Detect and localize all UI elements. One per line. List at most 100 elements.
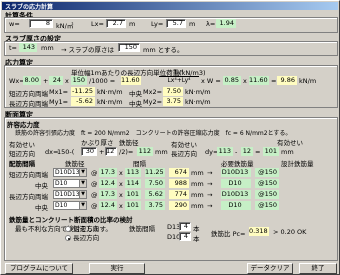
bar-dia-select[interactable]: D10 ▼ [53, 179, 87, 188]
cover-input[interactable]: 30 [81, 147, 97, 156]
mx1-unit: kN·m/m [97, 88, 123, 96]
ratio-value: 0.318 [249, 227, 269, 236]
load-unit-weight: 24 [49, 76, 63, 85]
t-unit: mm [41, 44, 54, 52]
bar-pitch: @150 [255, 168, 279, 177]
my1-label: My1= [49, 98, 69, 106]
at-sign: @ [91, 180, 98, 188]
bar-unit: mm [191, 202, 204, 210]
bar-dia-select[interactable]: D10D13 ▼ [53, 168, 87, 177]
radio-long[interactable]: 長辺方向 [65, 232, 99, 242]
times-w: x W = [201, 77, 221, 85]
bar-unit: mm [191, 180, 204, 188]
bar-dia-value: D10D13 [55, 169, 80, 176]
bar-dia-select[interactable]: D10D13 ▼ [53, 190, 87, 199]
bar-dir-label: 長辺方向 [9, 193, 35, 201]
bar-required: 774 [169, 190, 189, 199]
times-sign: x [119, 191, 123, 199]
chevron-down-icon[interactable]: ▼ [79, 191, 86, 198]
lx-input[interactable]: 2.7 [106, 19, 126, 28]
main-window: スラブの応力計算 計算条件 w= 8 kN/㎡ Lx= 2.7 m Ly= 5.… [0, 0, 340, 275]
plus-sign-2: + [99, 148, 105, 156]
bar-moment: 7.50 [145, 179, 165, 188]
effective-depth-label-3: 有効せい [277, 139, 303, 147]
bar-pitch: @150 [255, 190, 279, 199]
load-dead: 8.00 [23, 76, 41, 85]
dy-rebar: 12 [241, 147, 253, 156]
chevron-down-icon[interactable]: ▼ [79, 169, 86, 176]
div-2: /2)= [119, 148, 134, 156]
t-value: 143 [19, 43, 37, 52]
times-sign-2: x [243, 77, 247, 85]
bar-depth: 114 [125, 179, 141, 188]
equals-2: = [255, 148, 261, 156]
at-sign: @ [91, 202, 98, 210]
ly-unit: m [189, 20, 196, 28]
short-end-label: 両端 [35, 90, 48, 98]
t2-input[interactable]: 150 [118, 43, 140, 52]
clear-button[interactable]: データクリア [247, 263, 293, 274]
dy-dir-label: 長辺方向 [171, 150, 197, 158]
mx1-value: -11.25 [71, 87, 95, 96]
bar-required: 290 [169, 201, 189, 210]
bar-selected: D10D13 [221, 168, 251, 177]
bar-selected: D10 [221, 179, 251, 188]
d13-count-input[interactable]: 4 [179, 222, 191, 231]
chevron-down-icon[interactable]: ▼ [79, 202, 86, 209]
w-input[interactable]: 8 [29, 19, 53, 28]
load-thickness: 150 [71, 76, 87, 85]
at-sign: @ [91, 169, 98, 177]
design-area-header: 設計鉄筋量 [281, 160, 314, 168]
ratio-label: 鉄筋比 Pc= [211, 230, 246, 238]
w-label: w= [9, 20, 20, 28]
bar-selected: D10 [221, 201, 251, 210]
bar-area: 17.3 [99, 190, 117, 199]
dx-unit: mm [155, 148, 168, 156]
bar-moment: 11.25 [145, 168, 165, 177]
ly-input[interactable]: 5.7 [166, 19, 186, 28]
my1-value: -5.62 [71, 97, 95, 106]
bar-required: 674 [169, 168, 189, 177]
wx-value: 9.86 [277, 76, 297, 85]
about-button[interactable]: プログラムについて [5, 263, 73, 274]
t-label: t= [9, 44, 17, 52]
bar-dia-value: D10D13 [55, 191, 80, 198]
bar-selected: D10D13 [221, 190, 251, 199]
bar-pos-label: 中央 [35, 182, 48, 190]
coef-value: 0.85 [223, 76, 241, 85]
d10-count-input[interactable]: 4 [179, 232, 191, 241]
spacing-header: 間隔 [133, 160, 146, 168]
my1-unit: kN·m/m [97, 98, 123, 106]
dx-formula-start: 150-( [57, 148, 75, 156]
distribution-fraction: Ly⁴ Lx⁴+Ly⁴ [159, 69, 199, 84]
arrow-icon: → [207, 191, 213, 199]
run-button[interactable]: 実行 [89, 263, 145, 274]
bar-required: 988 [169, 179, 189, 188]
mx2-unit: kN·m/m [185, 88, 211, 96]
required-area-header: 必要鉄筋量 [221, 160, 254, 168]
ly-label: Ly= [151, 20, 164, 28]
rebar-dia-input[interactable]: 12 [105, 147, 117, 156]
bar-pitch: @150 [255, 201, 279, 210]
lx-unit: m [129, 20, 136, 28]
chevron-down-icon[interactable]: ▼ [79, 180, 86, 187]
bar-moment: 3.75 [145, 201, 165, 210]
times-sign: x [65, 77, 69, 85]
my2-label: My2= [143, 98, 163, 106]
title-bar: スラブの応力計算 [2, 2, 338, 11]
exit-button[interactable]: 終了 [299, 263, 337, 274]
bar-dia-select[interactable]: D10 ▼ [53, 201, 87, 210]
long-center-label: 中央 [129, 100, 142, 108]
lx-label: Lx= [91, 20, 104, 28]
short-dir-label: 短辺方向 [9, 90, 35, 98]
equals: = [271, 77, 277, 85]
d10-unit: 本 [193, 235, 200, 243]
radio-long-icon[interactable] [65, 235, 71, 241]
mx2-value: 7.50 [163, 87, 183, 96]
dy-base: 113 [217, 147, 233, 156]
bar-dir-label: 短辺方向 [9, 171, 35, 179]
window-title: スラブの応力計算 [5, 3, 54, 11]
at-sign: @ [91, 191, 98, 199]
bar-area: 17.3 [99, 168, 117, 177]
ratio-result: > 0.20 OK [273, 228, 307, 236]
